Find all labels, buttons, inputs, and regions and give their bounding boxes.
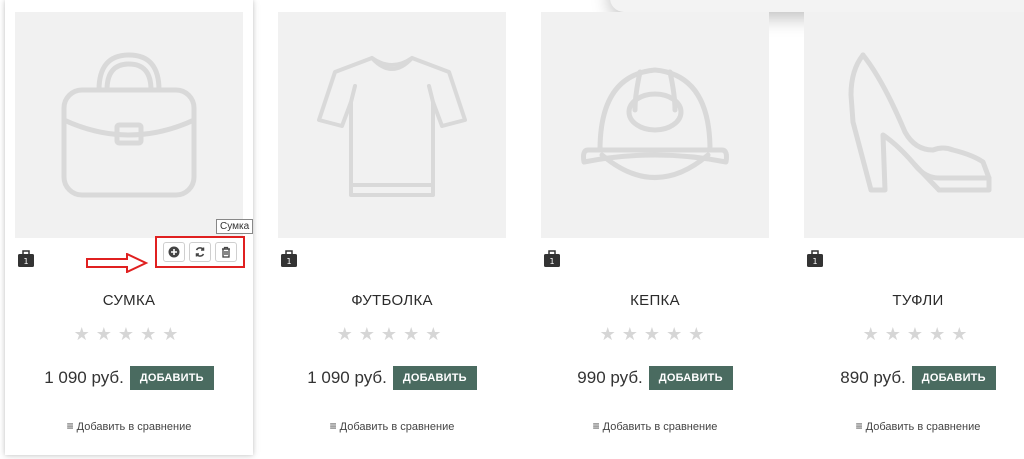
zoom-button[interactable] [163,242,185,262]
tooltip: Сумка [216,219,254,234]
product-title[interactable]: ФУТБОЛКА [268,292,516,309]
refresh-icon [195,247,205,257]
add-to-cart-button[interactable]: ДОБАВИТЬ [129,366,214,390]
product-title[interactable]: СУМКА [5,292,253,309]
add-to-compare-link[interactable]: ≡ Добавить в сравнение [794,419,1024,433]
add-to-compare-link[interactable]: ≡ Добавить в сравнение [531,419,779,433]
product-card-shoes[interactable]: 1 ТУФЛИ ★★★★★ 890 руб. ДОБАВИТЬ ≡ Добавит… [794,0,1024,455]
product-title[interactable]: ТУФЛИ [794,292,1024,309]
briefcase-badge-icon: 1 [544,250,560,267]
svg-text:1: 1 [812,257,817,266]
trash-icon [222,246,230,258]
add-to-cart-button[interactable]: ДОБАВИТЬ [911,366,996,390]
rating-stars[interactable]: ★★★★★ [794,324,1024,345]
svg-text:1: 1 [23,257,28,266]
price-row: 1 090 руб. ДОБАВИТЬ [268,366,516,390]
product-price: 1 090 руб. [44,368,124,387]
delete-button[interactable] [215,242,237,262]
product-image[interactable] [804,12,1024,238]
price-row: 1 090 руб. ДОБАВИТЬ [5,366,253,390]
bag-icon [61,52,197,198]
cap-icon [581,67,729,180]
product-image[interactable] [278,12,506,238]
product-price: 990 руб. [577,368,643,387]
list-icon: ≡ [329,419,337,433]
add-to-compare-link[interactable]: ≡ Добавить в сравнение [268,419,516,433]
svg-text:1: 1 [286,257,291,266]
compare-label: Добавить в сравнение [865,421,981,433]
product-title[interactable]: КЕПКА [531,292,779,309]
product-card-bag[interactable]: 1 Сумка СУМКА ★★★★★ 1 090 руб. ДОБАВИТЬ … [5,0,254,455]
plus-circle-icon [168,246,180,258]
product-card-cap[interactable]: 1 КЕПКА ★★★★★ 990 руб. ДОБАВИТЬ ≡ Добавит… [531,0,779,455]
briefcase-badge-icon: 1 [18,250,34,267]
shoe-icon [848,52,992,193]
card-actions-highlight [155,236,245,268]
rating-stars[interactable]: ★★★★★ [268,324,516,345]
product-image[interactable] [15,12,243,238]
list-icon: ≡ [66,419,74,433]
briefcase-badge-icon: 1 [807,250,823,267]
rating-stars[interactable]: ★★★★★ [531,324,779,345]
product-price: 890 руб. [840,368,906,387]
compare-label: Добавить в сравнение [76,421,192,433]
compare-refresh-button[interactable] [189,242,211,262]
price-row: 990 руб. ДОБАВИТЬ [531,366,779,390]
product-price: 1 090 руб. [307,368,387,387]
svg-text:1: 1 [549,257,554,266]
add-to-compare-link[interactable]: ≡ Добавить в сравнение [5,419,253,433]
compare-label: Добавить в сравнение [602,421,718,433]
list-icon: ≡ [855,419,863,433]
briefcase-badge-icon: 1 [281,250,297,267]
price-row: 890 руб. ДОБАВИТЬ [794,366,1024,390]
add-to-cart-button[interactable]: ДОБАВИТЬ [392,366,477,390]
red-arrow-icon [86,253,149,273]
rating-stars[interactable]: ★★★★★ [5,324,253,345]
product-card-tshirt[interactable]: 1 ФУТБОЛКА ★★★★★ 1 090 руб. ДОБАВИТЬ ≡ До… [268,0,516,455]
compare-label: Добавить в сравнение [339,421,455,433]
add-to-cart-button[interactable]: ДОБАВИТЬ [648,366,733,390]
product-image[interactable] [541,12,769,238]
list-icon: ≡ [592,419,600,433]
tshirt-icon [317,56,467,197]
